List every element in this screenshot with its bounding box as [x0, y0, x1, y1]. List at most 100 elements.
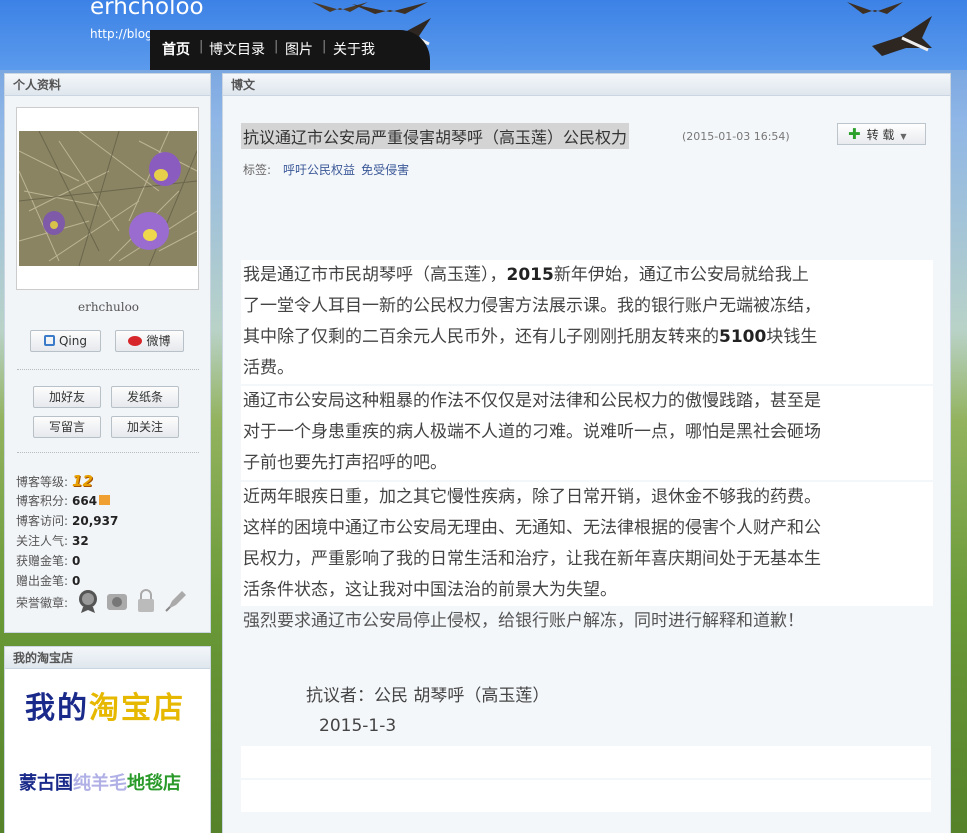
- stat-label: 关注人气:: [16, 534, 69, 548]
- nav-article-list[interactable]: 博文目录: [209, 39, 265, 59]
- chevron-down-icon: ▼: [900, 132, 907, 141]
- shop-banner[interactable]: 我的淘宝店: [25, 683, 185, 727]
- points-icon[interactable]: [99, 495, 111, 505]
- article-timestamp: (2015-01-03 16:54): [682, 130, 790, 143]
- tag-link[interactable]: 呼吁公民权益: [283, 163, 355, 177]
- follow-button[interactable]: 加关注: [111, 416, 179, 438]
- main-navigation: 首页 | 博文目录 | 图片 | 关于我: [150, 30, 430, 70]
- text-line: 其中除了仅剩的二百余元人民币外，还有儿子刚刚托朋友转来的5100块钱生: [243, 322, 931, 353]
- signer-line: 抗议者：公民 胡琴呼（高玉莲）: [306, 686, 550, 706]
- tags-label: 标签:: [243, 163, 272, 177]
- stat-label: 博客访问:: [16, 514, 69, 528]
- add-friend-button[interactable]: 加好友: [33, 386, 101, 408]
- text-line: 民权力，严重影响了我的日常生活和治疗，让我在新年喜庆期间处于无基本生: [243, 549, 821, 569]
- text-span: 其中除了仅剩的二百余元人民币外，还有儿子刚刚托朋友转来的: [243, 327, 719, 347]
- text-span: 我是通辽市市民胡琴呼（高玉莲），: [243, 265, 507, 285]
- text-line: 活费。: [243, 358, 294, 378]
- shop-panel: 我的淘宝店 我的淘宝店 蒙古国纯羊毛地毯店: [4, 646, 211, 833]
- profile-nickname[interactable]: erhchuloo: [5, 300, 212, 314]
- text-line: 我是通辽市市民胡琴呼（高玉莲），2015新年伊始，通辽市公安局就给我上: [243, 260, 931, 291]
- weibo-icon: [128, 336, 143, 346]
- stat-blog-points: 博客积分: 664: [16, 492, 111, 509]
- blank-paragraph: [241, 780, 931, 812]
- medal-icon[interactable]: [77, 589, 99, 613]
- repost-button[interactable]: ✚ 转 载 ▼: [837, 123, 926, 145]
- shop-banner-text: 我的: [25, 691, 89, 726]
- text-line: 通辽市公安局这种粗暴的作法不仅仅是对法律和公民权力的傲慢践踏，甚至是: [243, 391, 821, 411]
- text-number: 5100: [719, 327, 767, 347]
- stat-followers: 关注人气: 32: [16, 532, 89, 549]
- stat-label: 博客积分:: [16, 494, 69, 508]
- text-line: 对于一个身患重疾的病人极端不人道的刁难。说难听一点，哪怕是黑社会砸场: [243, 422, 821, 442]
- stat-pens-received: 获赠金笔: 0: [16, 552, 80, 569]
- shop-banner-text: 淘宝店: [89, 691, 185, 726]
- nav-home[interactable]: 首页: [162, 39, 190, 59]
- article-paragraph: 近两年眼疾日重，加之其它慢性疾病，除了日常开销，退休金不够我的药费。 这样的困境…: [241, 482, 933, 606]
- article-paragraph: 通辽市公安局这种粗暴的作法不仅仅是对法律和公民权力的傲慢践踏，甚至是 对于一个身…: [241, 386, 933, 480]
- blog-title[interactable]: erhcholoo: [90, 0, 204, 20]
- camera-icon[interactable]: [106, 590, 128, 612]
- text-line: 活条件状态，这让我对中国法治的前景大为失望。: [243, 580, 617, 600]
- article-paragraph: 我是通辽市市民胡琴呼（高玉莲），2015新年伊始，通辽市公安局就给我上 了一堂令…: [241, 260, 933, 384]
- lock-icon[interactable]: [136, 589, 156, 613]
- profile-panel-title: 个人资料: [5, 74, 210, 96]
- avatar-photo-flowers: [18, 130, 198, 267]
- qing-label: Qing: [58, 334, 87, 348]
- plus-icon: ✚: [848, 125, 861, 143]
- nav-separator: |: [322, 39, 327, 54]
- nav-separator: |: [199, 39, 204, 54]
- text-line: 子前也要先打声招呼的吧。: [243, 453, 447, 473]
- stat-honor-badges: 荣誉徽章:: [16, 594, 68, 611]
- text-number: 2015: [506, 265, 554, 285]
- stat-label: 获赠金笔:: [16, 554, 69, 568]
- shop-banner-text: 地毯店: [127, 773, 181, 794]
- blog-header: erhcholoo http://blog.s 首页 | 博文目录 | 图片 |…: [0, 0, 967, 70]
- goose-decoration-icon: [872, 16, 932, 56]
- text-span: 块钱生: [766, 327, 818, 347]
- blank-paragraph: [241, 746, 931, 778]
- article-panel-title: 博文: [223, 74, 950, 96]
- stat-value: 32: [72, 534, 89, 548]
- tag-link[interactable]: 免受侵害: [361, 163, 409, 177]
- shop-banner-text: 纯羊毛: [73, 773, 127, 794]
- article-paragraph: 强烈要求通辽市公安局停止侵权，给银行账户解冻，同时进行解释和道歉！: [241, 606, 933, 637]
- article-panel: 博文 抗议通辽市公安局严重侵害胡琴呼（高玉莲）公民权力 (2015-01-03 …: [222, 73, 951, 833]
- stat-label: 赠出金笔:: [16, 574, 69, 588]
- text-line: 强烈要求通辽市公安局停止侵权，给银行账户解冻，同时进行解释和道歉！: [243, 611, 804, 631]
- text-line: 了一堂令人耳目一新的公民权力侵害方法展示课。我的银行账户无端被冻结，: [243, 296, 821, 316]
- article-title[interactable]: 抗议通辽市公安局严重侵害胡琴呼（高玉莲）公民权力: [241, 123, 630, 149]
- text-line: 近两年眼疾日重，加之其它慢性疾病，除了日常开销，退休金不够我的药费。: [243, 487, 821, 507]
- article-tags: 标签: 呼吁公民权益 免受侵害: [243, 161, 409, 178]
- nav-separator: |: [274, 39, 279, 54]
- stat-value: 0: [72, 574, 81, 588]
- stat-value: 664: [72, 494, 98, 508]
- pen-icon[interactable]: [164, 589, 188, 613]
- carpet-shop-banner[interactable]: 蒙古国纯羊毛地毯店: [19, 769, 181, 795]
- article-date: 2015-1-3: [319, 716, 397, 736]
- stat-label: 博客等级:: [16, 475, 69, 489]
- divider: [17, 452, 199, 453]
- avatar[interactable]: [16, 107, 199, 290]
- stat-blog-level: 博客等级: 12: [16, 472, 93, 490]
- stat-blog-visits: 博客访问: 20,937: [16, 512, 118, 529]
- qing-button[interactable]: Qing: [30, 330, 101, 352]
- nav-about-me[interactable]: 关于我: [333, 39, 375, 59]
- stat-value: 0: [72, 554, 81, 568]
- stat-value: 20,937: [72, 514, 119, 528]
- send-note-button[interactable]: 发纸条: [111, 386, 179, 408]
- profile-panel: 个人资料 erhchuloo Qing 微博 加好友 发纸条 写留言 加关注 博…: [4, 73, 211, 633]
- blog-level-badge: 12: [72, 472, 93, 490]
- repost-label: 转 载: [866, 128, 895, 142]
- text-line: 这样的困境中通辽市公安局无理由、无通知、无法律根据的侵害个人财产和公: [243, 518, 821, 538]
- shop-banner-text: 蒙古国: [19, 773, 73, 794]
- weibo-label: 微博: [146, 334, 171, 348]
- divider: [17, 369, 199, 370]
- weibo-button[interactable]: 微博: [115, 330, 184, 352]
- qing-icon: [43, 335, 55, 346]
- stat-pens-given: 赠出金笔: 0: [16, 572, 80, 589]
- leave-message-button[interactable]: 写留言: [33, 416, 101, 438]
- text-span: 新年伊始，通辽市公安局就给我上: [553, 265, 809, 285]
- nav-photos[interactable]: 图片: [285, 39, 313, 59]
- stat-label: 荣誉徽章:: [16, 596, 69, 610]
- shop-panel-title: 我的淘宝店: [5, 647, 210, 669]
